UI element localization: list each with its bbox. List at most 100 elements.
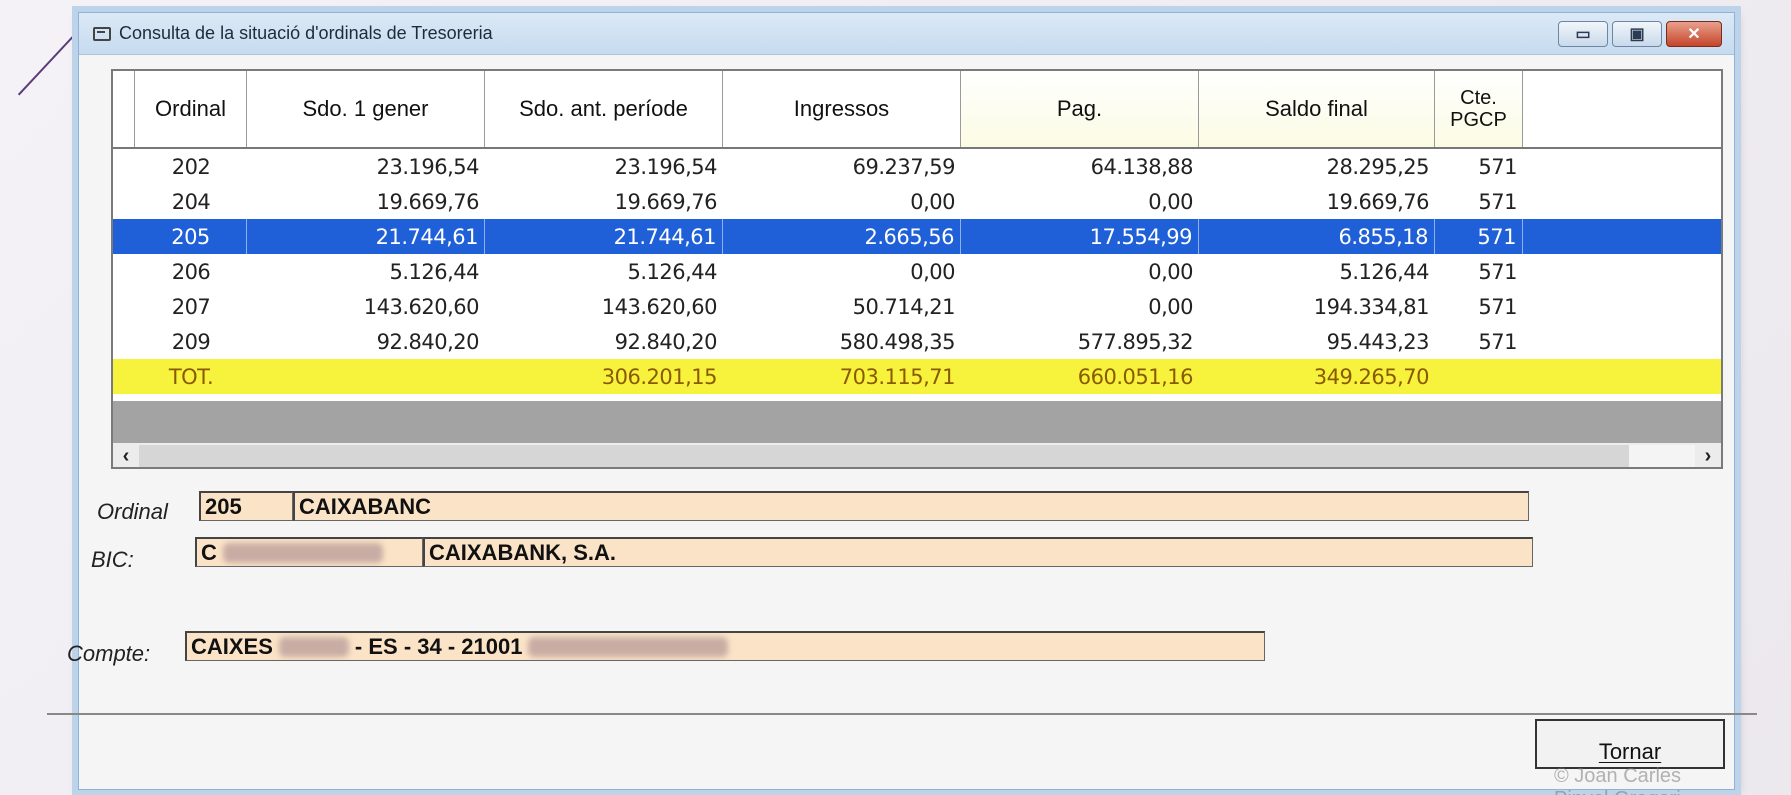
scroll-left-icon[interactable]: ‹ [113,445,139,468]
cell-ordinal[interactable]: TOT. [135,359,247,394]
ordinals-grid[interactable]: Ordinal Sdo. 1 gener Sdo. ant. període I… [111,69,1723,469]
cell-ingressos[interactable]: 580.498,35 [723,324,961,359]
row-stub [113,219,135,254]
cell-sdo-ant[interactable]: 92.840,20 [485,324,723,359]
cell-ordinal[interactable]: 202 [135,149,247,184]
cell-cte-pgcp[interactable]: 571 [1435,219,1523,254]
bic-name-field[interactable]: CAIXABANK, S.A. [423,537,1533,567]
cell-sdo-ant[interactable]: 23.196,54 [485,149,723,184]
cell-ingressos[interactable]: 0,00 [723,254,961,289]
title-bar[interactable]: Consulta de la situació d'ordinals de Tr… [79,13,1734,55]
cell-pag[interactable]: 0,00 [961,184,1199,219]
cell-sdo-ant[interactable]: 19.669,76 [485,184,723,219]
bic-code-text: C [201,539,217,565]
cell-sdo-gener[interactable]: 21.744,61 [247,219,485,254]
cell-cte-pgcp[interactable]: 571 [1435,149,1523,184]
maximize-button[interactable]: ▣ [1612,21,1662,47]
tornar-label: Tornar [1598,739,1662,764]
cell-ordinal[interactable]: 204 [135,184,247,219]
cell-cte-pgcp[interactable]: 571 [1435,289,1523,324]
cell-cte-pgcp[interactable]: 571 [1435,254,1523,289]
minimize-button[interactable]: ▭ [1558,21,1608,47]
table-row[interactable]: 206 5.126,44 5.126,44 0,00 0,00 5.126,44 571 [113,254,1721,289]
col-header-saldo-final[interactable]: Saldo final [1199,71,1435,147]
cell-cte-pgcp[interactable] [1435,359,1523,394]
close-button[interactable]: ✕ [1666,21,1722,47]
cell-ingressos[interactable]: 2.665,56 [723,219,961,254]
row-stub [113,289,135,324]
cell-saldo-final[interactable]: 194.334,81 [1199,289,1435,324]
col-header-sdo-gener[interactable]: Sdo. 1 gener [247,71,485,147]
window-app-icon [93,26,111,41]
cell-cte-pgcp[interactable]: 571 [1435,184,1523,219]
grid-empty-area [113,401,1721,443]
cell-ingressos[interactable]: 69.237,59 [723,149,961,184]
cell-sdo-gener[interactable]: 19.669,76 [247,184,485,219]
cell-sdo-gener[interactable]: 23.196,54 [247,149,485,184]
table-row-selected[interactable]: 205 21.744,61 21.744,61 2.665,56 17.554,99 6.… [113,219,1721,254]
compte-label: Compte: [67,641,151,666]
grid-rows: 202 23.196,54 23.196,54 69.237,59 64.138,88 2… [113,149,1721,394]
col-header-ordinal[interactable]: Ordinal [135,71,247,147]
col-header-sdo-ant[interactable]: Sdo. ant. període [485,71,723,147]
ordinal-name-field[interactable]: CAIXABANC [293,491,1529,521]
window-controls: ▭ ▣ ✕ [1558,21,1722,47]
compte-field[interactable]: CAIXES - ES - 34 - 21001 [185,631,1265,661]
cell-ingressos[interactable]: 50.714,21 [723,289,961,324]
row-stub [113,149,135,184]
cell-saldo-final[interactable]: 6.855,18 [1199,219,1435,254]
bic-code-field[interactable]: C [195,537,423,567]
cell-ordinal[interactable]: 209 [135,324,247,359]
grid-header: Ordinal Sdo. 1 gener Sdo. ant. període I… [113,71,1721,149]
tornar-button[interactable]: Tornar [1535,719,1725,769]
cell-saldo-final[interactable]: 349.265,70 [1199,359,1435,394]
scroll-right-icon[interactable]: › [1695,445,1721,468]
cell-sdo-gener[interactable]: 5.126,44 [247,254,485,289]
cell-ordinal[interactable]: 206 [135,254,247,289]
cell-sdo-ant[interactable]: 143.620,60 [485,289,723,324]
cell-cte-pgcp[interactable]: 571 [1435,324,1523,359]
redacted-bic [222,542,383,563]
cell-sdo-ant[interactable]: 306.201,15 [485,359,723,394]
cell-pag[interactable]: 0,00 [961,254,1199,289]
table-row[interactable]: 209 92.840,20 92.840,20 580.498,35 577.895,3… [113,324,1721,359]
table-row[interactable]: 204 19.669,76 19.669,76 0,00 0,00 19.669,76 57… [113,184,1721,219]
cell-pag[interactable]: 577.895,32 [961,324,1199,359]
redacted-compte-2 [528,636,729,657]
cell-ingressos[interactable]: 0,00 [723,184,961,219]
horizontal-scrollbar[interactable]: ‹ › [113,443,1721,468]
col-header-cte-pgcp[interactable]: Cte. PGCP [1435,71,1523,147]
window-title: Consulta de la situació d'ordinals de Tr… [119,23,493,43]
cell-saldo-final[interactable]: 5.126,44 [1199,254,1435,289]
treasury-ordinals-window: Consulta de la situació d'ordinals de Tr… [47,12,1757,795]
cell-sdo-gener[interactable]: 92.840,20 [247,324,485,359]
cell-pag[interactable]: 660.051,16 [961,359,1199,394]
copyright-watermark: © Joan Carles Pinyol Gregori [1554,765,1682,795]
scroll-track[interactable] [139,445,1695,467]
cell-sdo-ant[interactable]: 21.744,61 [485,219,723,254]
col-header-ingressos[interactable]: Ingressos [723,71,961,147]
cell-ingressos[interactable]: 703.115,71 [723,359,961,394]
cell-pag[interactable]: 0,00 [961,289,1199,324]
cell-sdo-ant[interactable]: 5.126,44 [485,254,723,289]
row-stub [113,254,135,289]
cell-pag[interactable]: 64.138,88 [961,149,1199,184]
decorative-slide-line [17,28,81,96]
cell-saldo-final[interactable]: 19.669,76 [1199,184,1435,219]
ordinal-code-field[interactable]: 205 [199,491,293,521]
bic-label: BIC: [91,547,134,572]
cell-sdo-gener[interactable] [247,359,485,394]
scroll-thumb[interactable] [139,445,1629,467]
table-row[interactable]: 207 143.620,60 143.620,60 50.714,21 0,00 194.… [113,289,1721,324]
table-row-total[interactable]: TOT. 306.201,15 703.115,71 660.051,16 349.26… [113,359,1721,394]
compte-part1: CAIXES [191,633,273,659]
cell-pag[interactable]: 17.554,99 [961,219,1199,254]
cell-sdo-gener[interactable]: 143.620,60 [247,289,485,324]
compte-part2: - ES - 34 - 21001 [354,633,523,659]
cell-saldo-final[interactable]: 95.443,23 [1199,324,1435,359]
cell-ordinal[interactable]: 207 [135,289,247,324]
table-row[interactable]: 202 23.196,54 23.196,54 69.237,59 64.138,88 2… [113,149,1721,184]
cell-ordinal[interactable]: 205 [135,219,247,254]
cell-saldo-final[interactable]: 28.295,25 [1199,149,1435,184]
col-header-pag[interactable]: Pag. [961,71,1199,147]
